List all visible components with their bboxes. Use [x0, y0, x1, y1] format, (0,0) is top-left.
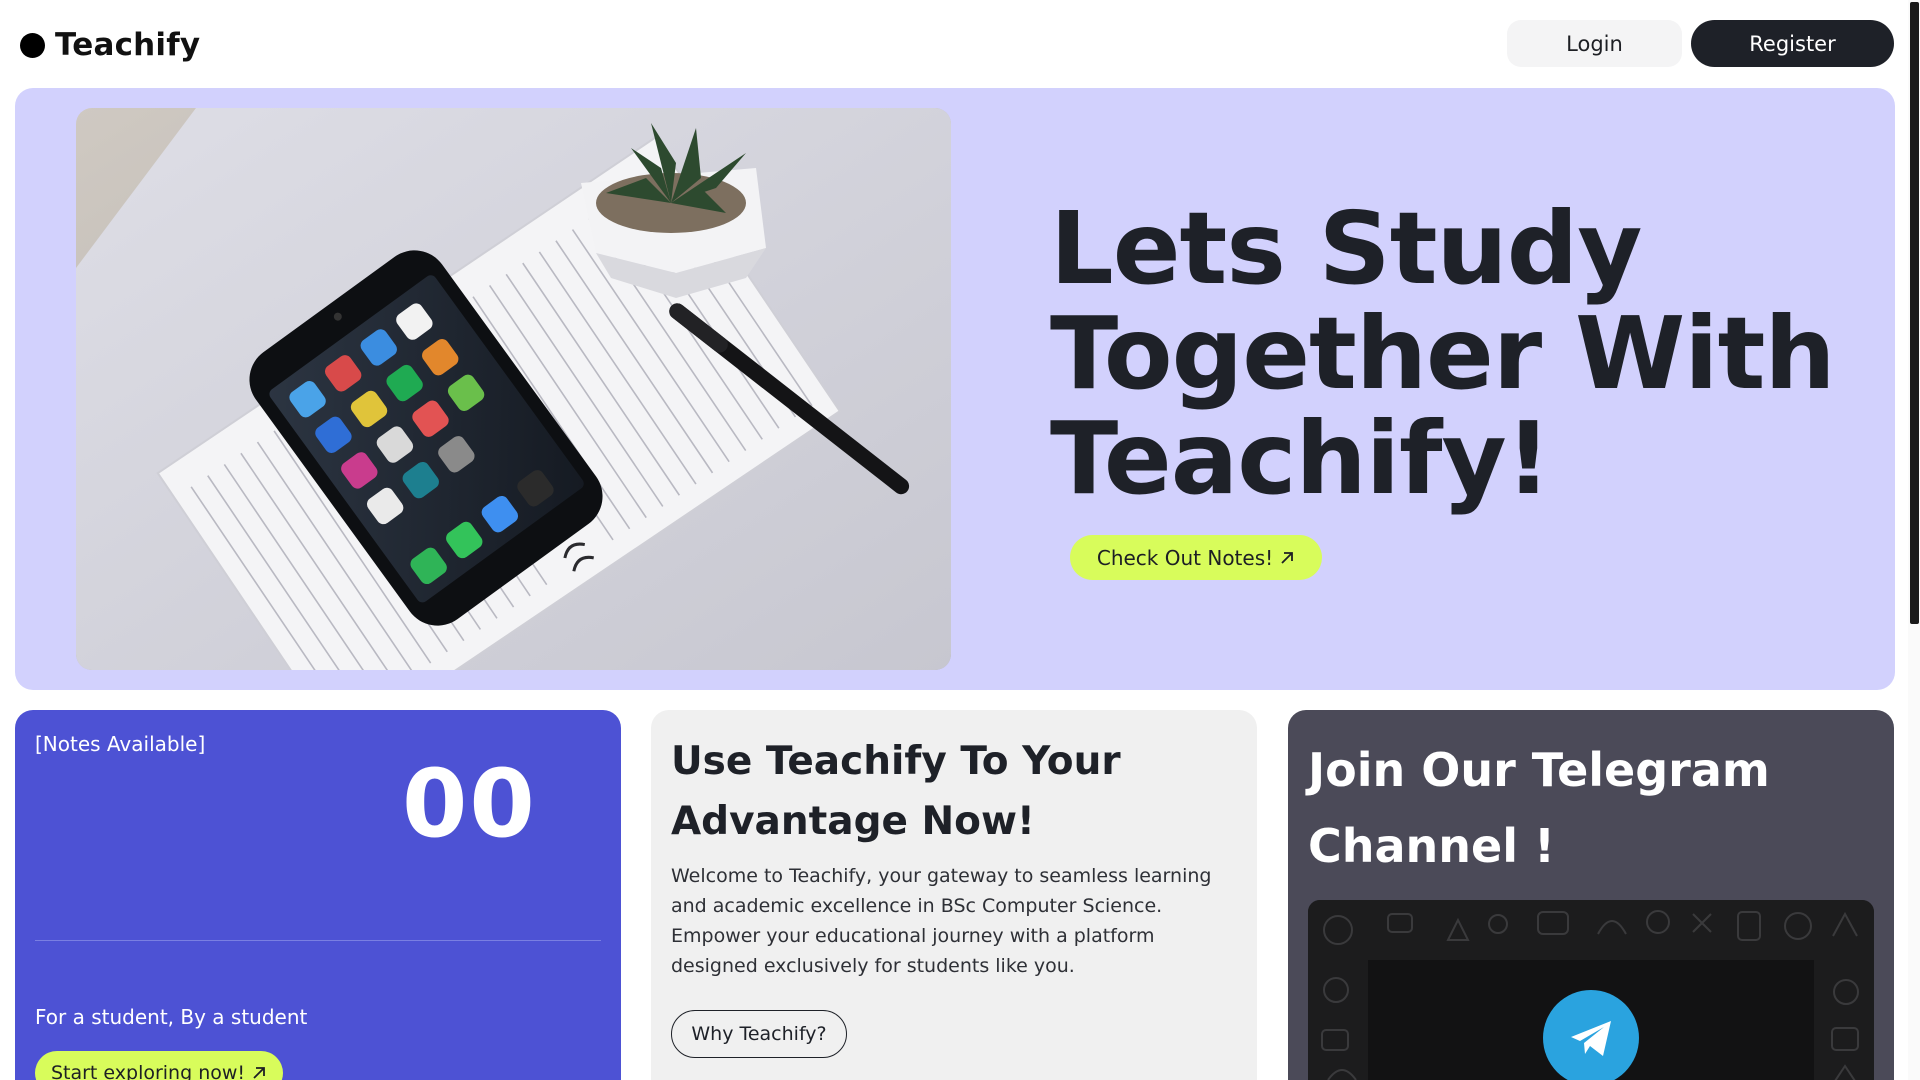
start-exploring-button[interactable]: Start exploring now!	[35, 1051, 283, 1080]
notes-tagline: For a student, By a student	[35, 1005, 308, 1029]
brand-name: Teachify	[55, 27, 201, 63]
notes-available-card: [Notes Available] 00 For a student, By a…	[15, 710, 621, 1080]
arrow-up-right-icon	[253, 1067, 265, 1079]
arrow-up-right-icon	[1281, 551, 1294, 564]
login-button[interactable]: Login	[1507, 20, 1682, 67]
advantage-title: Use Teachify To Your Advantage Now!	[671, 739, 1121, 844]
hero-image	[76, 108, 951, 670]
notes-count: 00	[402, 750, 537, 859]
telegram-icon[interactable]	[1543, 990, 1639, 1080]
telegram-banner[interactable]	[1308, 900, 1874, 1080]
page: Teachify Login Register Lets Study Toget…	[0, 0, 1920, 1080]
telegram-title: Join Our Telegram Channel !	[1308, 743, 1770, 873]
scrollbar-thumb[interactable]	[1910, 2, 1919, 624]
check-out-notes-button[interactable]: Check Out Notes!	[1070, 535, 1322, 580]
brand-dot-icon	[20, 32, 45, 58]
paper-plane-icon	[1571, 1021, 1611, 1056]
advantage-description: Welcome to Teachify, your gateway to sea…	[671, 865, 1212, 977]
start-exploring-label: Start exploring now!	[50, 1062, 246, 1080]
hero-title: Lets Study Together With Teachify!	[1050, 190, 1836, 517]
notes-available-label: [Notes Available]	[35, 732, 206, 756]
divider	[35, 940, 601, 941]
advantage-card: Use Teachify To Your Advantage Now! Welc…	[651, 710, 1257, 1080]
why-teachify-button[interactable]: Why Teachify?	[671, 1010, 847, 1058]
hero-section: Lets Study Together With Teachify! Check…	[15, 88, 1895, 690]
register-button[interactable]: Register	[1691, 20, 1894, 67]
top-navbar: Teachify Login Register	[0, 0, 1920, 88]
phone-notebook-plant-photo	[76, 108, 951, 670]
check-out-notes-label: Check Out Notes!	[1096, 545, 1274, 570]
telegram-card: Join Our Telegram Channel !	[1288, 710, 1894, 1080]
brand-logo[interactable]: Teachify	[20, 27, 200, 63]
